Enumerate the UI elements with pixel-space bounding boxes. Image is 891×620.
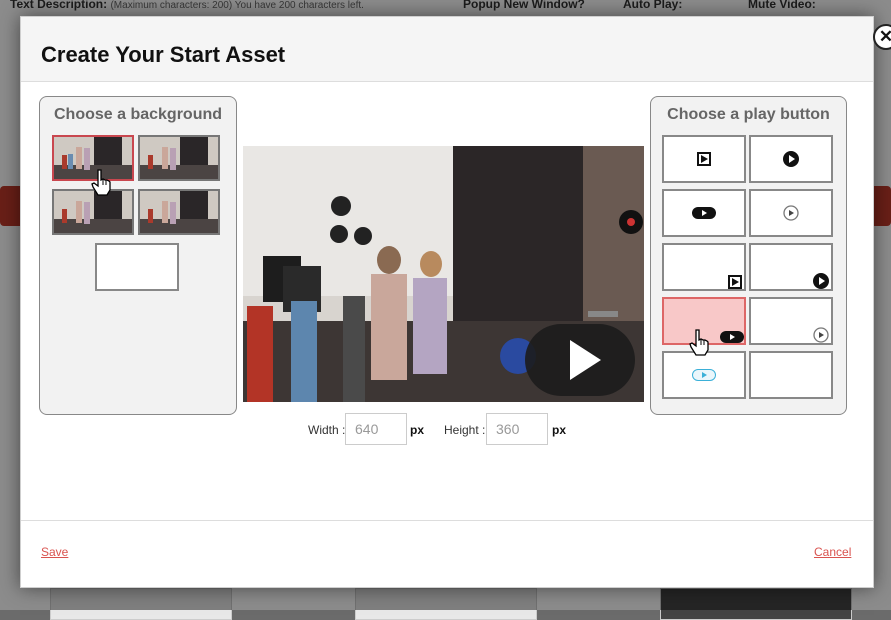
video-preview[interactable]: [243, 146, 644, 402]
play-button-icon: [692, 207, 716, 219]
modal-title: Create Your Start Asset: [41, 42, 286, 67]
background-blank-option[interactable]: [95, 243, 179, 291]
play-button-panel: Choose a play button: [650, 96, 847, 415]
background-panel: Choose a background: [39, 96, 237, 415]
width-label: Width :: [308, 423, 346, 437]
width-unit: px: [410, 423, 425, 437]
hand-cursor-icon: [689, 329, 709, 356]
play-option-4[interactable]: [749, 189, 833, 237]
background-thumb-4[interactable]: [138, 189, 220, 235]
hand-cursor-icon: [91, 169, 111, 196]
play-option-1[interactable]: [662, 135, 746, 183]
background-thumb-2[interactable]: [138, 135, 220, 181]
height-unit: px: [552, 423, 567, 437]
video-frame-image: [243, 146, 644, 402]
background-panel-title: Choose a background: [53, 106, 223, 123]
play-button-icon: [692, 369, 716, 381]
play-option-8[interactable]: [749, 297, 833, 345]
band-photo-thumb: [54, 191, 132, 233]
band-photo-thumb: [140, 137, 218, 179]
footer-divider: [21, 520, 873, 521]
play-option-2[interactable]: [749, 135, 833, 183]
play-option-3[interactable]: [662, 189, 746, 237]
play-button-icon: [720, 331, 744, 343]
play-button-icon: [813, 273, 829, 289]
start-asset-modal: Create Your Start Asset ✕ Choose a backg…: [20, 16, 891, 588]
height-input[interactable]: [486, 413, 548, 445]
modal-header: Create Your Start Asset: [21, 17, 873, 82]
play-option-6[interactable]: [749, 243, 833, 291]
cancel-link[interactable]: Cancel: [814, 545, 851, 559]
width-input[interactable]: [345, 413, 407, 445]
play-button-icon: [728, 275, 742, 289]
band-photo-thumb: [140, 191, 218, 233]
play-option-5[interactable]: [662, 243, 746, 291]
play-button-icon: [783, 151, 799, 167]
play-button-icon: [813, 327, 829, 343]
play-button-icon: [697, 152, 711, 166]
save-link[interactable]: Save: [41, 545, 68, 559]
height-label: Height :: [444, 423, 486, 437]
play-button-panel-title: Choose a play button: [667, 106, 830, 123]
play-option-9[interactable]: [662, 351, 746, 399]
play-option-10[interactable]: [749, 351, 833, 399]
play-button-icon: [783, 205, 799, 221]
